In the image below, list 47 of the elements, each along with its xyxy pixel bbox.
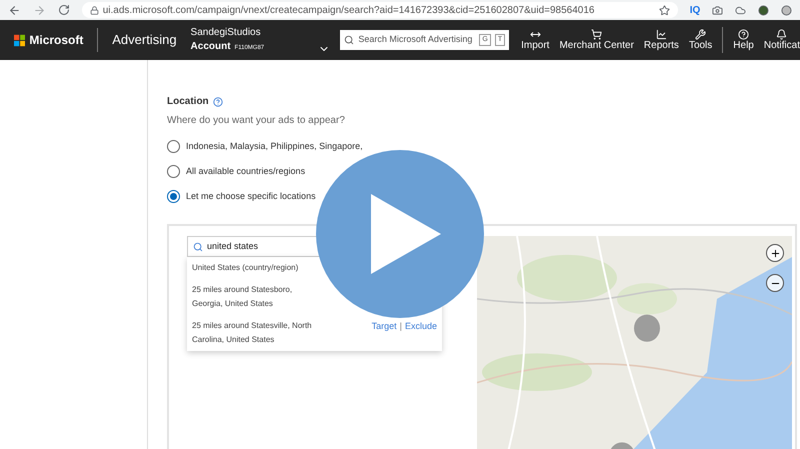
play-icon [371, 194, 441, 274]
product-name: Advertising [112, 31, 177, 50]
address-bar[interactable]: ui.ads.microsoft.com/campaign/vnext/createcampaign/search?aid=141672393&cid=251602807&uid=98564016 [82, 2, 678, 18]
radio-button[interactable] [167, 165, 180, 178]
nav-item[interactable]: Help [733, 28, 754, 52]
radio-button[interactable] [167, 190, 180, 203]
reload-icon[interactable] [58, 4, 70, 16]
profile-icon[interactable] [758, 4, 770, 16]
help-icon [738, 28, 750, 40]
nav-item[interactable]: Tools [688, 28, 712, 52]
account-name: SandegiStudios [190, 26, 262, 40]
search-icon [344, 35, 354, 45]
back-icon[interactable] [8, 4, 21, 16]
exclude-link[interactable]: Exclude [404, 319, 437, 333]
result-name[interactable]: 25 miles around Statesville, North Carolina, United States [192, 319, 320, 347]
lock-icon [90, 6, 99, 14]
chart-icon [656, 28, 667, 40]
radio-button[interactable] [167, 140, 180, 153]
cloud-icon[interactable] [735, 4, 746, 16]
url-text: ui.ads.microsoft.com/campaign/vnext/createcampaign/search?aid=141672393&cid=251602807&uid=98564016 [102, 4, 594, 18]
camera-icon[interactable] [712, 4, 724, 16]
nav-item[interactable]: Merchant Center [559, 28, 634, 52]
nav-item[interactable]: Import [521, 28, 550, 52]
nav-item[interactable]: Reports [644, 28, 679, 52]
question-text: Where do you want your ads to appear? [167, 114, 346, 128]
brand-name: Microsoft [29, 32, 84, 49]
option-label: All available countries/regions [186, 164, 306, 178]
nav-item[interactable]: Notificat [764, 28, 800, 52]
star-icon[interactable] [658, 4, 670, 16]
separator-text: | [400, 320, 402, 333]
windows-logo-icon [14, 34, 26, 46]
wrench-icon [695, 28, 706, 40]
plus-icon [770, 248, 780, 258]
bell-icon [776, 28, 788, 40]
avatar-icon[interactable] [781, 4, 792, 16]
option-label: Indonesia, Malaysia, Philippines, Singapore, [186, 140, 363, 153]
option-label: Let me choose specific locations [186, 190, 316, 203]
section-title: Location [167, 95, 209, 109]
account-label: Account [190, 40, 231, 54]
extension-badge[interactable]: IQ [690, 2, 700, 18]
search-icon [193, 242, 203, 252]
target-link[interactable]: Target [372, 319, 397, 333]
result-name[interactable]: United States (country/region) [192, 261, 298, 275]
search-field[interactable]: Search Microsoft Advertising [358, 33, 476, 47]
result-name[interactable]: 25 miles around Statesboro, Georgia, United States [192, 283, 320, 311]
help-icon[interactable] [212, 96, 223, 106]
cart-icon [591, 28, 602, 40]
